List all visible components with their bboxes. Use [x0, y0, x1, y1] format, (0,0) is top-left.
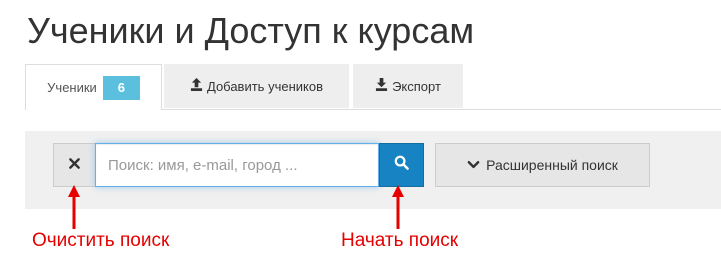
- clear-search-button[interactable]: [53, 143, 96, 187]
- clear-search-annotation: Очистить поиск: [32, 230, 170, 251]
- start-search-annotation: Начать поиск: [341, 230, 459, 251]
- search-annotation-arrow: [392, 185, 404, 229]
- download-icon: [375, 78, 392, 94]
- search-icon: [394, 155, 409, 175]
- advanced-search-button[interactable]: Расширенный поиск: [435, 143, 650, 187]
- tab-bar: Ученики 6 Добавить учеников Экспорт: [25, 64, 721, 110]
- tab-students-label: Ученики: [47, 80, 97, 95]
- search-toolbar: Расширенный поиск: [25, 131, 721, 209]
- page-title: Ученики и Доступ к курсам: [27, 10, 475, 51]
- tab-add-students[interactable]: Добавить учеников: [164, 64, 349, 108]
- clear-annotation-arrow: [68, 185, 80, 229]
- tab-add-students-label: Добавить учеников: [207, 78, 323, 94]
- close-icon: [69, 156, 80, 174]
- search-button[interactable]: [379, 143, 424, 187]
- tab-export-label: Экспорт: [392, 78, 441, 94]
- upload-icon: [190, 78, 207, 94]
- search-input[interactable]: [95, 143, 379, 187]
- tab-students[interactable]: Ученики 6: [25, 64, 162, 110]
- chevron-down-icon: [467, 157, 486, 173]
- tab-export[interactable]: Экспорт: [353, 64, 463, 108]
- student-count-badge: 6: [102, 75, 140, 100]
- advanced-search-label: Расширенный поиск: [486, 157, 618, 173]
